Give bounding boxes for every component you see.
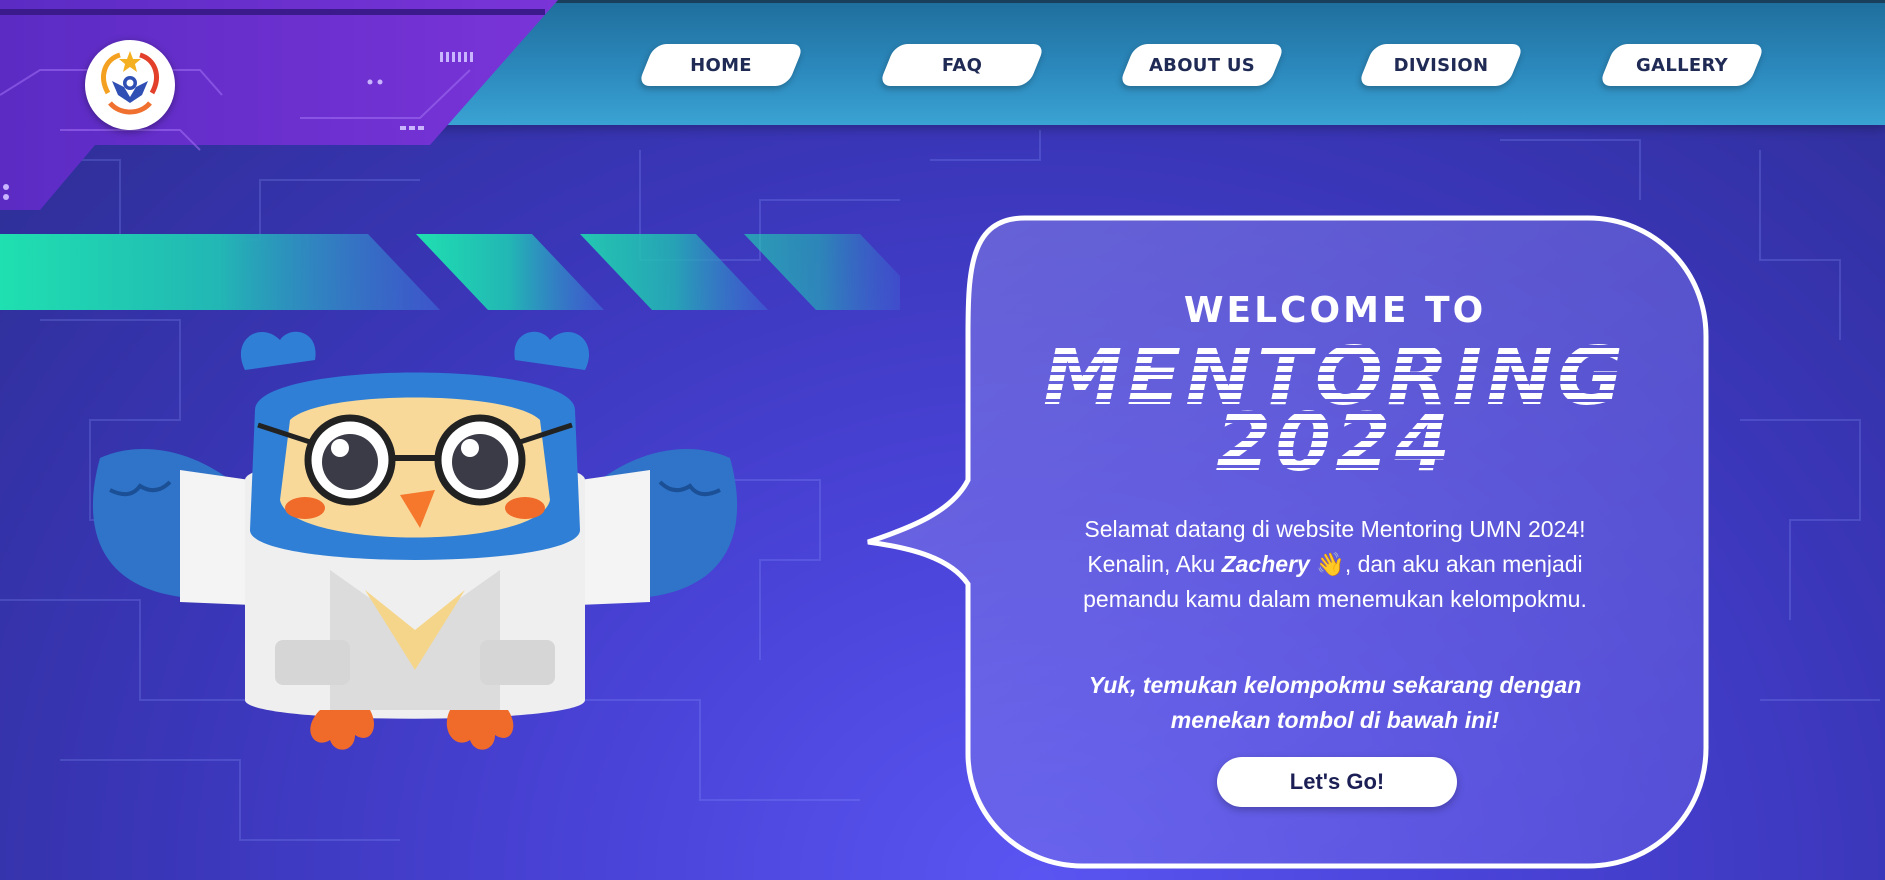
cta-text: Yuk, temukan kelompokmu sekarang dengan …: [945, 668, 1725, 738]
cta-line-1: Yuk, temukan kelompokmu sekarang dengan: [1088, 672, 1582, 698]
nav-division[interactable]: DIVISION: [1357, 44, 1525, 86]
mascot-name: Zachery: [1221, 551, 1310, 577]
cta-line-2: menekan tombol di bawah ini!: [1170, 707, 1500, 733]
hero-description: Selamat datang di website Mentoring UMN …: [945, 512, 1725, 617]
hero-title-year: 2024: [945, 396, 1725, 489]
decorative-stripes: [0, 234, 900, 310]
hero-content: WELCOME TO MENTORING 2024 Selamat datang…: [945, 216, 1725, 866]
desc-line-2-pre: Kenalin, Aku: [1087, 551, 1222, 577]
welcome-heading: WELCOME TO: [1183, 290, 1487, 331]
lets-go-button[interactable]: Let's Go!: [1217, 757, 1457, 807]
desc-line-2: Kenalin, Aku Zachery 👋, dan aku akan men…: [945, 547, 1725, 582]
nav-about-us[interactable]: ABOUT US: [1118, 44, 1286, 86]
desc-line-1: Selamat datang di website Mentoring UMN …: [1084, 516, 1586, 542]
site-logo[interactable]: [85, 40, 175, 130]
nav-faq[interactable]: FAQ: [878, 44, 1046, 86]
desc-line-3: pemandu kamu dalam menemukan kelompokmu.: [1083, 586, 1587, 612]
nav-gallery[interactable]: GALLERY: [1598, 44, 1766, 86]
logo-panel: [0, 0, 558, 210]
owl-mascot-icon: [92, 331, 738, 750]
desc-line-2-post: , dan aku akan menjadi: [1344, 551, 1583, 577]
mentoring-umn-logo-icon: [101, 51, 159, 115]
nav-division-label: DIVISION: [1393, 54, 1489, 76]
nav-home[interactable]: HOME: [637, 44, 805, 86]
nav-faq-label: FAQ: [941, 54, 983, 76]
nav-home-label: HOME: [690, 54, 752, 76]
nav-about-us-label: ABOUT US: [1148, 54, 1256, 76]
wave-emoji-icon: 👋: [1316, 551, 1345, 577]
nav-gallery-label: GALLERY: [1636, 54, 1728, 76]
